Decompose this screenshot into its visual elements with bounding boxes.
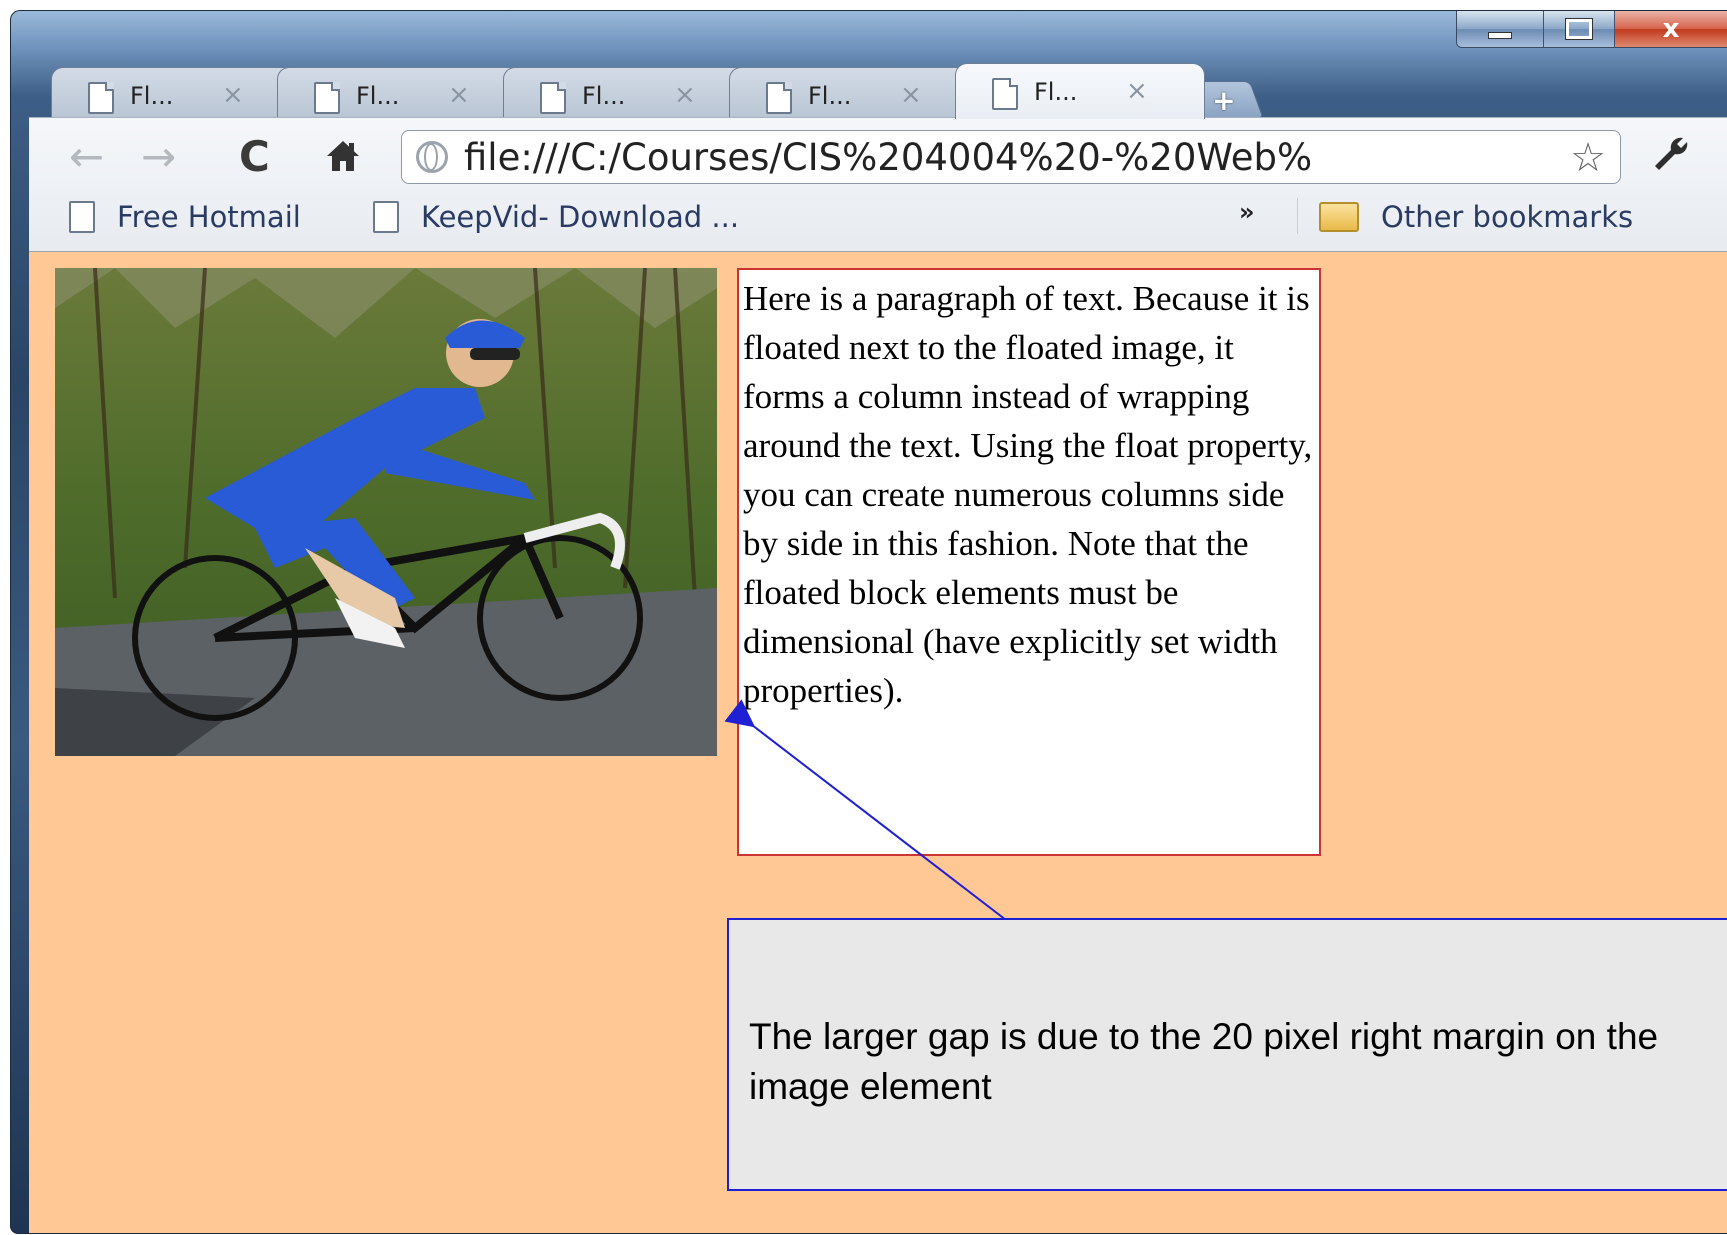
- callout-text: The larger gap is due to the 20 pixel ri…: [749, 1016, 1659, 1107]
- tab-3[interactable]: Fl... ×: [503, 67, 753, 119]
- page-icon: [992, 78, 1018, 110]
- reload-button[interactable]: C: [239, 132, 270, 181]
- tab-label: Fl...: [1034, 78, 1078, 106]
- other-bookmarks-button[interactable]: Other bookmarks: [1319, 200, 1633, 234]
- tab-strip: Fl... × Fl... × Fl... × Fl... × Fl... × …: [51, 63, 1451, 119]
- tab-1[interactable]: Fl... ×: [51, 67, 301, 119]
- bookmarks-bar: Free Hotmail KeepVid- Download ... » Oth…: [29, 194, 1727, 242]
- address-bar[interactable]: file:///C:/Courses/CIS%204004%20-%20Web%…: [401, 130, 1621, 184]
- bookmark-keepvid[interactable]: KeepVid- Download ...: [373, 200, 739, 234]
- cyclist-photo: [55, 268, 717, 756]
- tab-5-active[interactable]: Fl... ×: [955, 63, 1205, 119]
- url-text: file:///C:/Courses/CIS%204004%20-%20Web%: [464, 135, 1313, 179]
- maximize-button[interactable]: [1544, 11, 1615, 47]
- browser-toolbar: ← → C file:///C:/Courses/CIS%204004%20-%…: [29, 117, 1727, 252]
- tab-4[interactable]: Fl... ×: [729, 67, 979, 119]
- forward-button[interactable]: →: [141, 132, 176, 181]
- page-icon: [540, 82, 566, 114]
- page-icon: [88, 82, 114, 114]
- globe-icon: [416, 141, 448, 173]
- tab-close-button[interactable]: ×: [222, 80, 244, 110]
- close-window-button[interactable]: x: [1615, 11, 1727, 47]
- bookmarks-divider: [1297, 198, 1298, 234]
- bookmarks-overflow-button[interactable]: »: [1239, 198, 1255, 226]
- tab-2[interactable]: Fl... ×: [277, 67, 527, 119]
- tab-label: Fl...: [582, 82, 626, 110]
- paragraph-text: Here is a paragraph of text. Because it …: [743, 279, 1313, 710]
- home-button[interactable]: [323, 132, 363, 180]
- minimize-button[interactable]: [1457, 11, 1544, 47]
- tab-close-button[interactable]: ×: [674, 80, 696, 110]
- minimize-icon: [1488, 31, 1512, 39]
- bookmark-star-icon[interactable]: ☆: [1570, 135, 1606, 181]
- tab-label: Fl...: [356, 82, 400, 110]
- folder-icon: [1319, 202, 1359, 232]
- tab-close-button[interactable]: ×: [448, 80, 470, 110]
- page-icon: [69, 201, 95, 233]
- page-icon: [373, 201, 399, 233]
- maximize-icon: [1566, 19, 1592, 39]
- bookmark-label: Free Hotmail: [117, 200, 301, 234]
- bookmark-free-hotmail[interactable]: Free Hotmail: [69, 200, 301, 234]
- plus-icon: +: [1212, 83, 1236, 117]
- window-controls: x: [1456, 11, 1727, 48]
- close-icon: x: [1662, 14, 1680, 44]
- wrench-icon: [1655, 137, 1688, 170]
- tab-label: Fl...: [808, 82, 852, 110]
- wrench-menu-button[interactable]: [1649, 132, 1693, 186]
- bookmark-label: KeepVid- Download ...: [421, 200, 740, 234]
- tab-label: Fl...: [130, 82, 174, 110]
- annotation-callout: The larger gap is due to the 20 pixel ri…: [727, 918, 1727, 1191]
- floated-paragraph: Here is a paragraph of text. Because it …: [737, 268, 1321, 856]
- page-icon: [766, 82, 792, 114]
- back-button[interactable]: ←: [69, 132, 104, 181]
- tab-close-button[interactable]: ×: [1126, 76, 1148, 106]
- page-icon: [314, 82, 340, 114]
- other-bookmarks-label: Other bookmarks: [1381, 200, 1634, 234]
- home-icon: [327, 141, 359, 171]
- tab-close-button[interactable]: ×: [900, 80, 922, 110]
